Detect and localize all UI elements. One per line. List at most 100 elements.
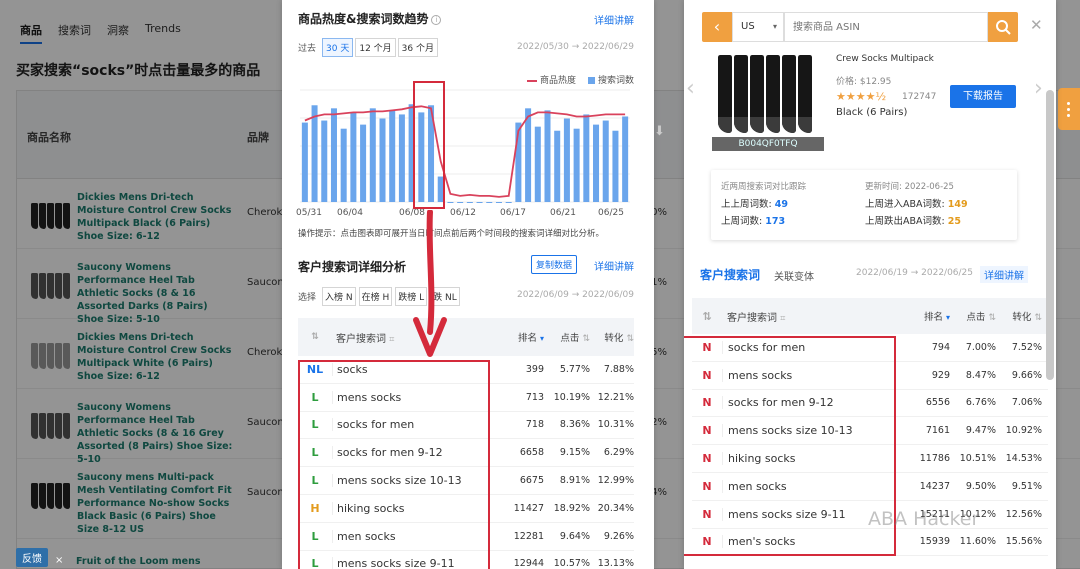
filter-label: 选择 [298,293,317,303]
star-rating: ★★★★½ [836,90,887,103]
chart-bar[interactable] [466,202,473,203]
carousel-next-icon[interactable]: › [1034,76,1043,101]
keyword-conversion: 7.88% [603,363,634,375]
chart-bar[interactable] [311,105,318,202]
chart-bar[interactable] [398,114,405,202]
info-icon[interactable]: i [431,14,442,25]
chart-bar[interactable] [321,120,328,202]
range-30-days[interactable]: 30 天 [322,38,354,57]
keyword-conversion: 15.56% [1005,536,1042,548]
chart-bar[interactable] [389,110,396,202]
chart-bar[interactable] [476,202,483,203]
scrollbar[interactable] [1046,90,1054,380]
keyword-rank: 6556 [925,397,950,409]
chart-bar[interactable] [573,128,580,202]
asin-label[interactable]: B004QF0TFQ [712,137,824,151]
date-range: 2022/05/30 → 2022/06/29 [516,42,634,52]
chart-bar[interactable] [457,202,464,203]
chart-bar[interactable] [534,126,541,202]
keyword-rank: 11786 [919,453,950,465]
close-icon[interactable]: ✕ [1030,16,1043,34]
chart-bar[interactable] [612,130,619,202]
x-tick-label: 06/21 [550,208,576,218]
keyword-table-header: ⇅ 客户搜索词 ⌗ 排名 ▾ 点击 ⇅ 转化 ⇅ [692,298,1048,334]
trend-panel: 商品热度&搜索词数趋势 i 详细讲解 过去 30 天 12 个月 36 个月 20… [282,0,654,569]
chart-bar[interactable] [486,202,493,203]
chart-bar[interactable] [330,108,337,202]
chart-bar[interactable] [301,122,308,202]
side-drawer-handle[interactable] [1058,88,1080,130]
chart-bar[interactable] [340,128,347,202]
range-36-months[interactable]: 36 个月 [397,38,438,57]
chart-bar[interactable] [563,118,570,202]
tab-customer-search-terms[interactable]: 客户搜索词 [700,266,760,283]
legend-heat[interactable]: 商品热度 [526,73,576,86]
chart-bar[interactable] [350,112,357,202]
col-keyword[interactable]: 客户搜索词 ⌗ [722,309,898,324]
stats-card: 近两周搜索词对比跟踪 上上周词数: 49 上周词数: 173 更新时间: 202… [711,170,1017,240]
filter-stay[interactable]: 在榜 H [358,287,393,306]
country-select[interactable]: US ▾ [732,12,784,42]
chart-bar[interactable] [369,108,376,202]
chart-bar[interactable] [622,116,629,202]
range-selector: 过去 30 天 12 个月 36 个月 [298,38,438,57]
keyword-click: 9.47% [965,425,996,437]
stats-update-time: 更新时间: 2022-06-25 [865,182,954,192]
chevron-down-icon: ▾ [772,22,777,31]
keyword-click: 9.15% [559,447,590,459]
stat-this-week: 上周词数: 173 [721,216,786,227]
chart-bar[interactable] [379,118,386,202]
chart-bar[interactable] [544,110,551,202]
chart-bar[interactable] [505,202,512,203]
filter-enter[interactable]: 入榜 N [322,287,356,306]
product-variant: Black (6 Pairs) [836,107,908,118]
col-click[interactable]: 点击 ⇅ [950,309,996,323]
carousel-prev-icon[interactable]: ‹ [686,76,695,101]
keyword-rank: 794 [931,341,950,353]
trend-title: 商品热度&搜索词数趋势 i [298,10,442,27]
chart-bar[interactable] [602,120,609,202]
col-conversion[interactable]: 转化 ⇅ [996,309,1042,323]
chart-bar[interactable] [495,202,502,203]
keyword-conversion: 10.31% [597,419,634,431]
product-price: 价格: $12.95 [836,77,892,87]
range-12-months[interactable]: 12 个月 [355,38,396,57]
detail-link[interactable]: 详细讲解 [594,258,634,273]
review-count: 172747 [902,92,937,102]
chart-bar[interactable] [593,124,600,202]
trend-chart[interactable] [296,88,636,208]
sort-icon[interactable]: ⇅ [692,310,722,323]
keyword-rank: 6675 [519,475,544,487]
col-conversion[interactable]: 转化 ⇅ [590,330,634,344]
keyword-rank: 713 [525,391,544,403]
detail-link[interactable]: 详细讲解 [980,266,1028,283]
legend-search[interactable]: 搜索词数 [587,73,634,86]
chart-bar[interactable] [525,108,532,202]
chart-bar[interactable] [554,130,561,202]
tab-related-variants[interactable]: 关联变体 [774,268,814,283]
chart-bar[interactable] [583,114,590,202]
feedback-close-icon[interactable]: × [55,555,63,566]
back-chevron-icon[interactable]: ‹ [702,12,732,42]
feedback-button[interactable]: 反馈 [16,548,48,567]
keyword-click: 9.50% [965,480,996,492]
watermark: ABA Hacker [868,508,980,530]
asin-search-input[interactable] [784,12,988,42]
keyword-click: 10.51% [959,453,996,465]
col-rank[interactable]: 排名 ▾ [500,330,544,344]
chart-bar[interactable] [447,202,454,203]
download-report-button[interactable]: 下载报告 [950,85,1016,108]
keyword-conversion: 7.06% [1011,397,1042,409]
keyword-click: 8.91% [559,475,590,487]
keyword-table-header: ⇅ 客户搜索词 ⌗ 排名 ▾ 点击 ⇅ 转化 ⇅ [298,318,634,356]
keyword-rank: 7161 [925,425,950,437]
stat-drop-aba: 上周跌出ABA词数: 25 [865,216,961,227]
col-rank[interactable]: 排名 ▾ [898,309,950,323]
col-click[interactable]: 点击 ⇅ [544,330,590,344]
keyword-conversion: 12.99% [597,475,634,487]
copy-data-button[interactable]: 复制数据 [531,255,578,274]
search-button[interactable] [988,12,1018,42]
sort-icon[interactable]: ⇅ [298,332,332,342]
detail-link[interactable]: 详细讲解 [594,12,634,27]
chart-bar[interactable] [360,124,367,202]
